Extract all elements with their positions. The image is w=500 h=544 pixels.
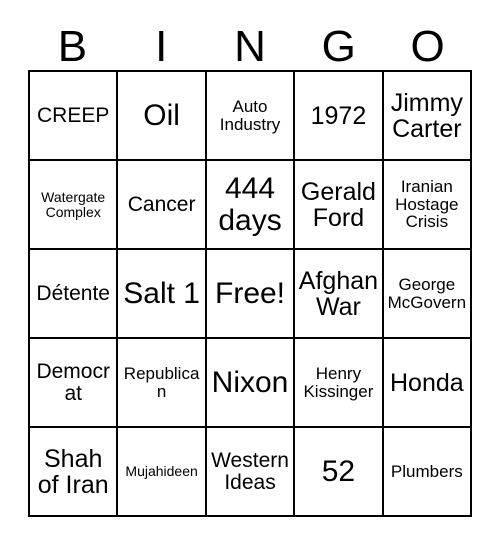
bingo-cell-label: Democrat bbox=[36, 359, 110, 405]
bingo-cell[interactable]: Détente bbox=[30, 250, 119, 339]
bingo-header-letter-o: O bbox=[410, 22, 445, 71]
bingo-cell-label: Oil bbox=[143, 98, 180, 132]
bingo-cell-label: Jimmy Carter bbox=[390, 88, 463, 143]
bingo-cell-label: 1972 bbox=[310, 101, 367, 130]
bingo-cell[interactable]: 1972 bbox=[295, 72, 384, 161]
bingo-cell-label: Mujahideen bbox=[125, 463, 198, 480]
bingo-row: CREEP Oil Auto Industry 1972 Jimmy Carte… bbox=[30, 72, 473, 161]
bingo-cell-label: Détente bbox=[36, 281, 110, 305]
bingo-cell[interactable]: Democrat bbox=[30, 339, 119, 428]
bingo-cell-label: CREEP bbox=[37, 103, 110, 127]
bingo-cell-label: Iranian Hostage Crisis bbox=[395, 176, 459, 232]
bingo-cell[interactable]: Gerald Ford bbox=[295, 161, 384, 250]
bingo-cell[interactable]: Iranian Hostage Crisis bbox=[383, 161, 473, 250]
bingo-cell[interactable]: Cancer bbox=[118, 161, 207, 250]
bingo-cell-label: Free! bbox=[215, 276, 286, 310]
bingo-cell[interactable]: Salt 1 bbox=[118, 250, 207, 339]
bingo-grid: CREEP Oil Auto Industry 1972 Jimmy Carte… bbox=[28, 70, 473, 517]
bingo-cell-free[interactable]: Free! bbox=[206, 250, 296, 339]
bingo-header-letter-b: B bbox=[57, 22, 88, 71]
bingo-cell[interactable]: Watergate Complex bbox=[30, 161, 119, 250]
bingo-cell[interactable]: Henry Kissinger bbox=[295, 339, 384, 428]
bingo-cell-label: Watergate Complex bbox=[41, 188, 106, 220]
bingo-row: Shah of Iran Mujahideen Western Ideas 52… bbox=[30, 428, 473, 517]
bingo-cell[interactable]: Afghan War bbox=[295, 250, 384, 339]
bingo-cell[interactable]: Auto Industry bbox=[206, 72, 296, 161]
bingo-cell-label: Western Ideas bbox=[211, 448, 289, 494]
bingo-cell[interactable]: Honda bbox=[383, 339, 473, 428]
bingo-cell-label: Plumbers bbox=[390, 461, 463, 481]
bingo-cell-label: Auto Industry bbox=[219, 96, 281, 134]
bingo-cell[interactable]: Mujahideen bbox=[118, 428, 207, 517]
bingo-cell[interactable]: Jimmy Carter bbox=[383, 72, 473, 161]
bingo-header: B I N G O bbox=[28, 14, 472, 70]
bingo-cell-label: Republican bbox=[123, 363, 200, 401]
bingo-cell[interactable]: 52 bbox=[295, 428, 384, 517]
bingo-cell-label: Henry Kissinger bbox=[303, 363, 374, 401]
bingo-row: Watergate Complex Cancer 444 days Gerald… bbox=[30, 161, 473, 250]
bingo-cell[interactable]: 444 days bbox=[206, 161, 296, 250]
bingo-cell-label: Cancer bbox=[127, 192, 196, 216]
bingo-row: Détente Salt 1 Free! Afghan War George M… bbox=[30, 250, 473, 339]
bingo-cell-label: Nixon bbox=[211, 365, 289, 399]
bingo-cell[interactable]: Western Ideas bbox=[206, 428, 296, 517]
bingo-cell-label: Salt 1 bbox=[123, 276, 200, 310]
bingo-header-letter-g: G bbox=[321, 22, 356, 71]
bingo-cell-label: Afghan War bbox=[298, 266, 379, 321]
bingo-cell[interactable]: CREEP bbox=[30, 72, 119, 161]
bingo-cell[interactable]: Nixon bbox=[206, 339, 296, 428]
bingo-cell[interactable]: George McGovern bbox=[383, 250, 473, 339]
bingo-cell-label: Gerald Ford bbox=[300, 177, 376, 232]
bingo-cell-label: Honda bbox=[389, 368, 464, 397]
bingo-cell[interactable]: Oil bbox=[118, 72, 207, 161]
bingo-cell[interactable]: Republican bbox=[118, 339, 207, 428]
bingo-card: B I N G O CREEP Oil Auto Industry 1972 J… bbox=[28, 14, 473, 517]
bingo-header-letter-n: N bbox=[234, 22, 266, 71]
bingo-cell[interactable]: Shah of Iran bbox=[30, 428, 119, 517]
bingo-header-letter-i: I bbox=[155, 22, 168, 71]
bingo-cell-label: 444 days bbox=[218, 172, 282, 237]
bingo-cell-label: George McGovern bbox=[387, 274, 467, 312]
bingo-row: Democrat Republican Nixon Henry Kissinge… bbox=[30, 339, 473, 428]
bingo-cell-label: Shah of Iran bbox=[37, 444, 109, 499]
bingo-cell-label: 52 bbox=[321, 454, 356, 488]
bingo-cell[interactable]: Plumbers bbox=[383, 428, 473, 517]
